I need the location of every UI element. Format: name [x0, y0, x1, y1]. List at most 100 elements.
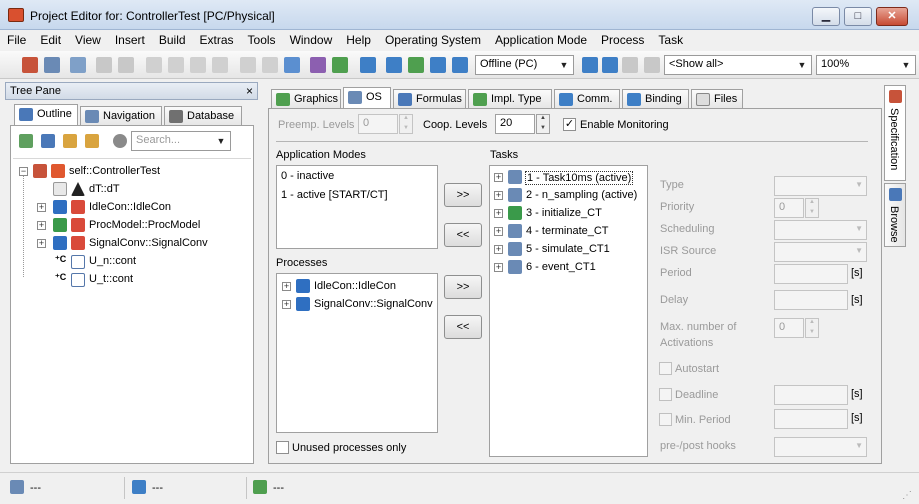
tree-item[interactable]: ⁺C U_t::cont	[15, 271, 245, 289]
menu-task[interactable]: Task	[651, 30, 690, 50]
tree-item[interactable]: + SignalConv::SignalConv	[15, 235, 245, 253]
check-icon[interactable]	[44, 57, 60, 73]
expand-icon[interactable]: +	[494, 209, 503, 218]
minimize-button[interactable]: ▁	[812, 7, 840, 26]
resize-grip-icon[interactable]: ⋰	[902, 490, 912, 501]
save-icon[interactable]	[96, 57, 112, 73]
deadline-input[interactable]	[774, 385, 848, 405]
tab-navigation[interactable]: Navigation	[80, 106, 162, 126]
hierarchy-icon[interactable]	[70, 57, 86, 73]
menu-insert[interactable]: Insert	[108, 30, 152, 50]
menu-file[interactable]: File	[0, 30, 33, 50]
expand-icon[interactable]: +	[494, 227, 503, 236]
expand-icon[interactable]: +	[37, 221, 46, 230]
enable-monitoring-checkbox[interactable]: ✓	[563, 118, 576, 131]
list-item[interactable]: 0 - inactive	[281, 170, 334, 182]
menu-help[interactable]: Help	[339, 30, 378, 50]
menu-view[interactable]: View	[68, 30, 108, 50]
tree-item[interactable]: ⁺C U_n::cont	[15, 253, 245, 271]
add-module-icon[interactable]	[360, 57, 376, 73]
compile-icon[interactable]	[430, 57, 446, 73]
remove-mode-button[interactable]: <<	[444, 223, 482, 247]
print-icon[interactable]	[118, 57, 134, 73]
menu-process[interactable]: Process	[594, 30, 651, 50]
app-modes-list[interactable]: 0 - inactive 1 - active [START/CT]	[276, 165, 438, 249]
sort-icon[interactable]	[19, 134, 33, 148]
expand-icon[interactable]: +	[37, 203, 46, 212]
build-icon[interactable]	[310, 57, 326, 73]
close-button[interactable]: ✕	[876, 7, 908, 26]
expand-icon[interactable]: +	[494, 245, 503, 254]
expand-icon[interactable]: +	[282, 282, 291, 291]
filter-select[interactable]: <Show all> ▼	[664, 55, 812, 75]
target-icon[interactable]	[622, 57, 638, 73]
tab-specification[interactable]: Specification	[884, 85, 906, 181]
undo-icon[interactable]	[240, 57, 256, 73]
hooks-select[interactable]: ▼	[774, 437, 867, 457]
link-icon[interactable]	[452, 57, 468, 73]
menu-window[interactable]: Window	[283, 30, 340, 50]
task-item[interactable]: + 6 - event_CT1	[492, 259, 644, 277]
tab-graphics[interactable]: Graphics	[271, 89, 341, 109]
tree-item[interactable]: dT::dT	[15, 181, 245, 199]
menu-build[interactable]: Build	[152, 30, 193, 50]
list-item[interactable]: + IdleCon::IdleCon	[279, 278, 434, 296]
period-input[interactable]	[774, 264, 848, 284]
export-icon[interactable]	[386, 57, 402, 73]
task-item[interactable]: + 4 - terminate_CT	[492, 223, 644, 241]
tree-item[interactable]: + ProcModel::ProcModel	[15, 217, 245, 235]
tab-browse[interactable]: Browse	[884, 183, 906, 247]
max-activations-spinner[interactable]	[805, 318, 819, 338]
collapse-icon[interactable]: −	[19, 167, 28, 176]
task-item[interactable]: + 5 - simulate_CT1	[492, 241, 644, 259]
collapse-all-icon[interactable]	[85, 134, 99, 148]
paste-icon[interactable]	[190, 57, 206, 73]
tree-item-root[interactable]: − self::ControllerTest	[15, 163, 245, 181]
tree-item[interactable]: + IdleCon::IdleCon	[15, 199, 245, 217]
processes-list[interactable]: + IdleCon::IdleCon + SignalConv::SignalC…	[276, 273, 438, 433]
menu-operating-system[interactable]: Operating System	[378, 30, 488, 50]
filter-icon[interactable]	[644, 57, 660, 73]
tasks-list[interactable]: + 1 - Task10ms (active) + 2 - n_sampling…	[489, 165, 648, 457]
project-icon[interactable]	[22, 57, 38, 73]
run-icon[interactable]	[582, 57, 598, 73]
tab-comm[interactable]: Comm.	[554, 89, 620, 109]
zoom-select[interactable]: 100% ▼	[816, 55, 916, 75]
type-select[interactable]: ▼	[774, 176, 867, 196]
tab-binding[interactable]: Binding	[622, 89, 689, 109]
expand-all-icon[interactable]	[63, 134, 77, 148]
remove-process-button[interactable]: <<	[444, 315, 482, 339]
tab-outline[interactable]: Outline	[14, 104, 78, 126]
list-item[interactable]: + SignalConv::SignalConv	[279, 296, 434, 314]
mode-select[interactable]: Offline (PC) ▼	[475, 55, 574, 75]
max-activations-input[interactable]: 0	[774, 318, 804, 338]
tab-formulas[interactable]: Formulas	[393, 89, 466, 109]
isr-source-select[interactable]: ▼	[774, 242, 867, 262]
priority-input[interactable]: 0	[774, 198, 804, 218]
generate-icon[interactable]	[408, 57, 424, 73]
cut-icon[interactable]	[146, 57, 162, 73]
expand-icon[interactable]: +	[494, 263, 503, 272]
delete-icon[interactable]	[212, 57, 228, 73]
task-item[interactable]: + 3 - initialize_CT	[492, 205, 644, 223]
link-icon[interactable]	[113, 134, 127, 148]
delay-input[interactable]	[774, 290, 848, 310]
close-icon[interactable]: ×	[246, 84, 253, 98]
min-period-input[interactable]	[774, 409, 848, 429]
menu-edit[interactable]: Edit	[33, 30, 68, 50]
add-mode-button[interactable]: >>	[444, 183, 482, 207]
preemp-input[interactable]: 0	[358, 114, 398, 134]
preemp-spinner[interactable]	[399, 114, 413, 134]
autostart-checkbox[interactable]	[659, 362, 672, 375]
tab-database[interactable]: Database	[164, 106, 242, 126]
redo-icon[interactable]	[262, 57, 278, 73]
expand-icon[interactable]: +	[37, 239, 46, 248]
copy-icon[interactable]	[168, 57, 184, 73]
tab-files[interactable]: Files	[691, 89, 743, 109]
scheduling-select[interactable]: ▼	[774, 220, 867, 240]
expand-icon[interactable]: +	[494, 191, 503, 200]
coop-input[interactable]: 20	[495, 114, 535, 134]
expand-icon[interactable]: +	[282, 300, 291, 309]
maximize-button[interactable]: □	[844, 7, 872, 26]
coop-spinner[interactable]	[536, 114, 550, 134]
